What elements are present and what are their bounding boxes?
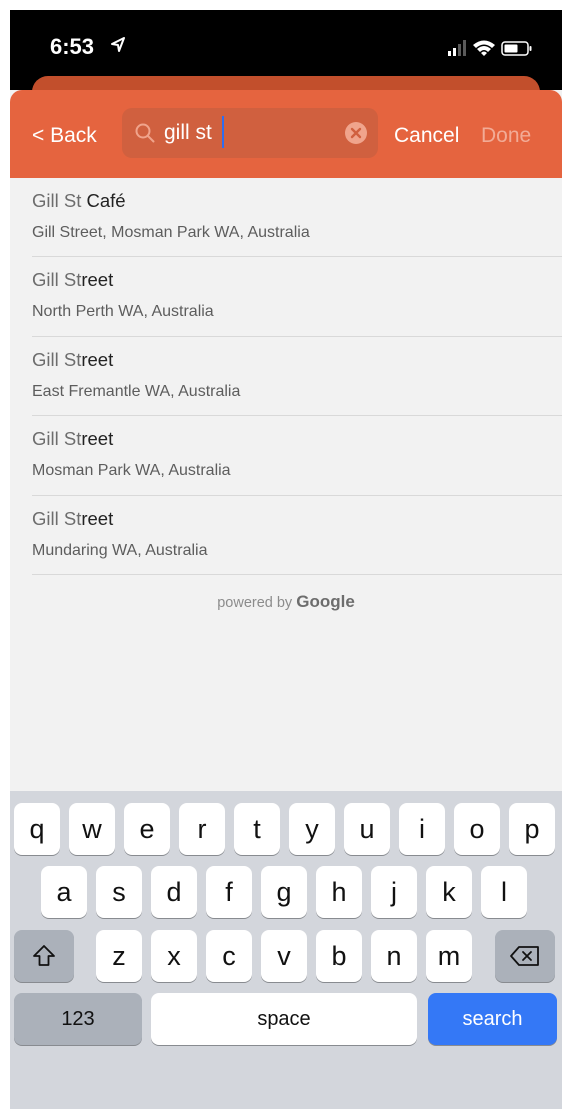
delete-backspace-icon <box>510 946 539 966</box>
key-e[interactable]: e <box>124 803 170 855</box>
result-title: Gill Street <box>32 349 113 371</box>
result-title: Gill Street <box>32 508 113 530</box>
key-h[interactable]: h <box>316 866 362 918</box>
result-title-rest: Café <box>81 190 126 211</box>
keyboard: q w e r t y u i o p a s d f g h j k l z … <box>10 791 562 1109</box>
result-subtitle: Mundaring WA, Australia <box>32 541 208 559</box>
result-title: Gill Street <box>32 269 113 291</box>
back-button[interactable]: < Back <box>32 124 97 148</box>
result-title-match: Gill St <box>32 190 82 211</box>
key-b[interactable]: b <box>316 930 362 982</box>
search-field[interactable] <box>122 108 378 158</box>
search-icon <box>135 123 155 143</box>
key-c[interactable]: c <box>206 930 252 982</box>
key-k[interactable]: k <box>426 866 472 918</box>
delete-key[interactable] <box>495 930 555 982</box>
attribution-prefix: powered by <box>217 595 297 611</box>
search-key[interactable]: search <box>428 993 557 1045</box>
key-q[interactable]: q <box>14 803 60 855</box>
result-subtitle: Gill Street, Mosman Park WA, Australia <box>32 224 310 241</box>
result-row[interactable]: Gill St Café Gill Street, Mosman Park WA… <box>32 178 562 258</box>
key-v[interactable]: v <box>261 930 307 982</box>
done-button[interactable]: Done <box>481 124 531 148</box>
key-z[interactable]: z <box>96 930 142 982</box>
result-row[interactable]: Gill Street Mosman Park WA, Australia <box>32 416 562 496</box>
cancel-button[interactable]: Cancel <box>394 124 459 148</box>
location-arrow-icon <box>111 37 125 52</box>
result-row[interactable]: Gill Street North Perth WA, Australia <box>32 257 562 337</box>
wifi-icon <box>473 40 495 56</box>
phone-screen: 6:53 < Back gill st Cancel Done Gill St … <box>10 10 562 1109</box>
result-title-match: Gill St <box>32 348 82 370</box>
autocomplete-results: Gill St Café Gill Street, Mosman Park WA… <box>10 178 562 575</box>
result-row[interactable]: Gill Street East Fremantle WA, Australia <box>32 337 562 417</box>
key-s[interactable]: s <box>96 866 142 918</box>
result-title-rest: reet <box>81 348 114 370</box>
key-m[interactable]: m <box>426 930 472 982</box>
text-caret <box>222 116 224 148</box>
key-t[interactable]: t <box>234 803 280 855</box>
google-logo: Google <box>296 592 355 611</box>
key-o[interactable]: o <box>454 803 500 855</box>
status-time: 6:53 <box>50 34 95 59</box>
key-p[interactable]: p <box>509 803 555 855</box>
key-a[interactable]: a <box>41 866 87 918</box>
key-n[interactable]: n <box>371 930 417 982</box>
shift-key[interactable] <box>14 930 74 982</box>
key-g[interactable]: g <box>261 866 307 918</box>
space-key[interactable]: space <box>151 993 417 1045</box>
result-title-match: Gill St <box>32 269 82 291</box>
key-d[interactable]: d <box>151 866 197 918</box>
result-title-match: Gill St <box>32 428 82 450</box>
result-subtitle: North Perth WA, Australia <box>32 303 214 321</box>
result-row[interactable]: Gill Street Mundaring WA, Australia <box>32 496 562 575</box>
powered-by-google: powered by Google <box>10 592 562 612</box>
key-w[interactable]: w <box>69 803 115 855</box>
result-subtitle: East Fremantle WA, Australia <box>32 382 241 400</box>
result-title: Gill Street <box>32 428 113 450</box>
key-i[interactable]: i <box>399 803 445 855</box>
numbers-key[interactable]: 123 <box>14 993 142 1045</box>
result-title: Gill St Café <box>32 190 126 212</box>
key-l[interactable]: l <box>481 866 527 918</box>
result-title-rest: reet <box>81 507 114 529</box>
key-y[interactable]: y <box>289 803 335 855</box>
shift-arrow-icon <box>33 945 55 966</box>
key-r[interactable]: r <box>179 803 225 855</box>
cellular-signal-icon <box>448 40 466 56</box>
search-input[interactable] <box>164 119 334 147</box>
clear-text-icon[interactable] <box>344 121 368 145</box>
status-icons <box>448 40 532 56</box>
result-subtitle: Mosman Park WA, Australia <box>32 462 231 480</box>
result-title-match: Gill St <box>32 507 82 529</box>
battery-icon <box>501 41 532 56</box>
key-x[interactable]: x <box>151 930 197 982</box>
result-title-rest: reet <box>81 269 114 291</box>
key-f[interactable]: f <box>206 866 252 918</box>
result-title-rest: reet <box>81 428 114 450</box>
key-j[interactable]: j <box>371 866 417 918</box>
search-header: < Back Cancel Done <box>10 90 562 178</box>
key-u[interactable]: u <box>344 803 390 855</box>
